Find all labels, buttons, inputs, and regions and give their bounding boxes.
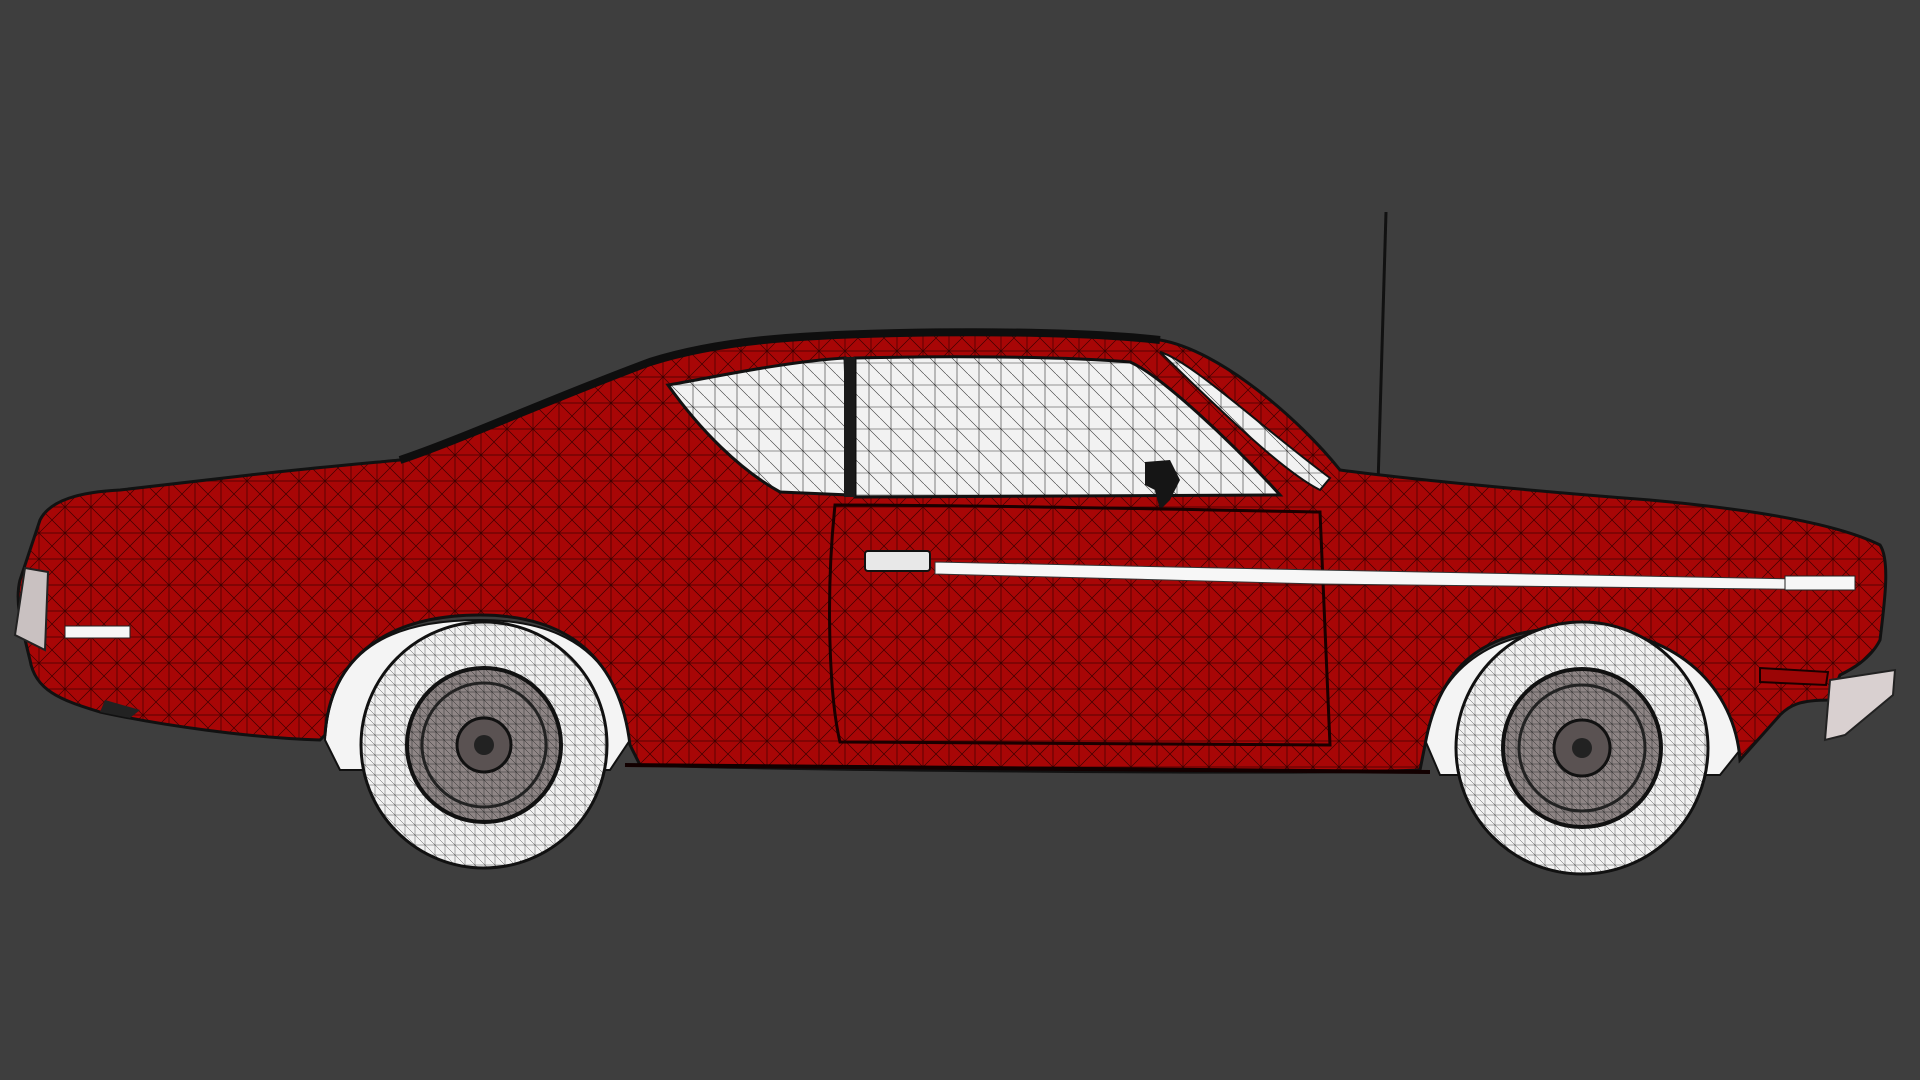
b-pillar (844, 357, 855, 497)
door-handle (864, 550, 931, 572)
car-wireframe-render (13, 211, 1897, 876)
front-wheel (1454, 620, 1710, 876)
antenna (1376, 211, 1388, 486)
3d-viewport[interactable] (0, 0, 1920, 1080)
front-badge (1784, 575, 1856, 591)
front-bumper (1823, 668, 1897, 742)
front-marker (1759, 666, 1830, 687)
rear-badge (64, 625, 131, 639)
rear-wheel (359, 620, 609, 870)
